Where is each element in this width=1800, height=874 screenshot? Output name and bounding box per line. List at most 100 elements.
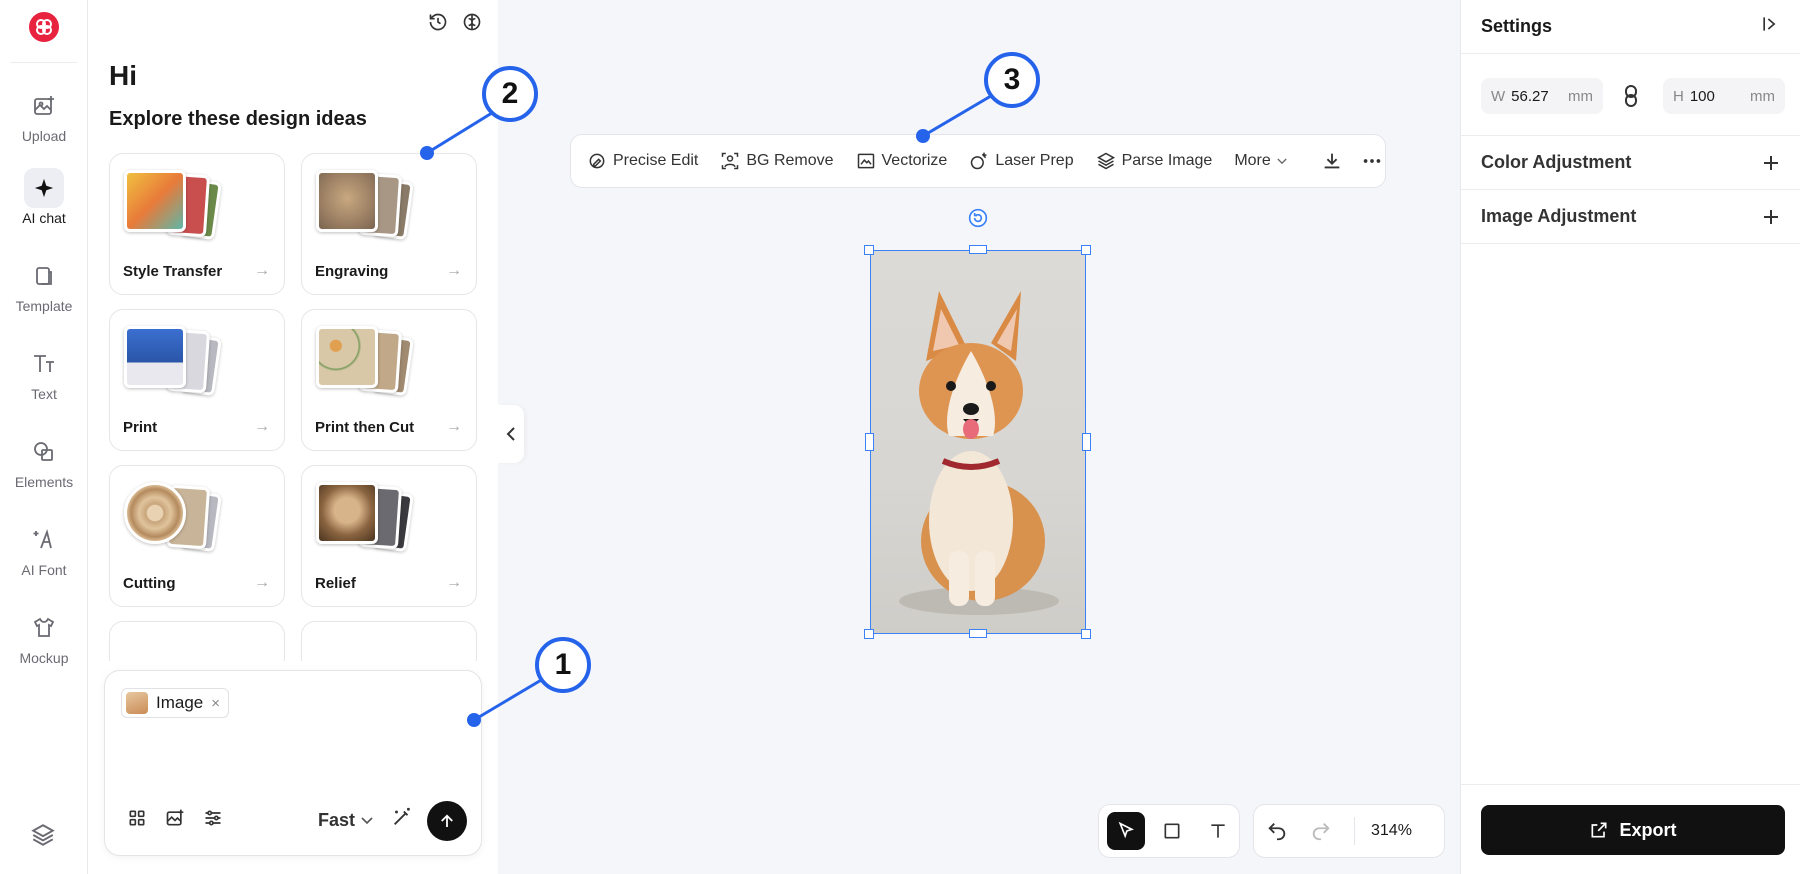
collapse-right-icon[interactable] bbox=[1760, 14, 1780, 39]
send-button[interactable] bbox=[427, 801, 467, 841]
export-button[interactable]: Export bbox=[1481, 805, 1785, 855]
history-icon[interactable] bbox=[428, 12, 448, 37]
width-field[interactable]: W 56.27 mm bbox=[1481, 78, 1603, 114]
brain-icon[interactable] bbox=[462, 12, 482, 37]
card-engraving[interactable]: Engraving → bbox=[301, 153, 477, 295]
image-adjustment-section[interactable]: Image Adjustment bbox=[1461, 190, 1800, 244]
card-print[interactable]: Print → bbox=[109, 309, 285, 451]
tshirt-icon bbox=[24, 608, 64, 648]
rotate-handle-icon[interactable] bbox=[968, 208, 988, 233]
color-adjustment-section[interactable]: Color Adjustment bbox=[1461, 136, 1800, 190]
resize-handle-top-left[interactable] bbox=[864, 245, 874, 255]
parse-image-button[interactable]: Parse Image bbox=[1096, 151, 1212, 171]
callout-dot bbox=[467, 713, 481, 727]
more-dropdown[interactable]: More bbox=[1234, 152, 1287, 170]
download-icon[interactable] bbox=[1321, 150, 1343, 172]
card-cutting[interactable]: Cutting → bbox=[109, 465, 285, 607]
dimensions-row: W 56.27 mm H 100 mm bbox=[1461, 54, 1800, 136]
select-tool-button[interactable] bbox=[1107, 812, 1145, 850]
mode-label: Fast bbox=[317, 810, 355, 830]
rail-item-upload[interactable]: Upload bbox=[0, 86, 88, 156]
sliders-icon[interactable] bbox=[203, 808, 223, 833]
add-image-icon[interactable] bbox=[165, 808, 185, 833]
more-horizontal-icon[interactable] bbox=[1361, 150, 1383, 172]
export-footer: Export bbox=[1461, 784, 1800, 874]
rail-item-label: Template bbox=[15, 298, 73, 314]
rail-item-ai-font[interactable]: AI Font bbox=[0, 520, 88, 590]
arrow-right-icon: → bbox=[254, 574, 270, 591]
resize-handle-top-right[interactable] bbox=[1081, 245, 1091, 255]
toolbar-label: Precise Edit bbox=[613, 152, 699, 169]
resize-handle-top[interactable] bbox=[969, 245, 987, 254]
design-ideas-heading: Explore these design ideas bbox=[109, 108, 367, 130]
section-label: Image Adjustment bbox=[1481, 206, 1637, 226]
rail-item-mockup[interactable]: Mockup bbox=[0, 608, 88, 678]
resize-handle-bottom-right[interactable] bbox=[1081, 629, 1091, 639]
canvas-image-corgi[interactable] bbox=[870, 250, 1086, 634]
rectangle-tool-button[interactable] bbox=[1153, 812, 1191, 850]
toolbar-label: More bbox=[1234, 152, 1271, 169]
image-upload-icon bbox=[24, 86, 64, 126]
rail-item-label: Elements bbox=[14, 474, 74, 490]
mode-select[interactable]: Fast bbox=[318, 810, 373, 831]
card-relief[interactable]: Relief → bbox=[301, 465, 477, 607]
sparkle-icon bbox=[24, 168, 64, 208]
rail-item-ai-chat[interactable]: AI chat bbox=[0, 168, 88, 238]
bg-remove-button[interactable]: BG Remove bbox=[720, 151, 834, 171]
print-thumbnail bbox=[124, 326, 224, 398]
close-icon[interactable]: × bbox=[211, 695, 220, 712]
rail-item-label: Upload bbox=[21, 128, 67, 144]
grid-icon[interactable] bbox=[127, 808, 147, 833]
corgi-photo bbox=[899, 291, 1059, 615]
resize-handle-bottom-left[interactable] bbox=[864, 629, 874, 639]
vectorize-button[interactable]: Vectorize bbox=[856, 151, 948, 171]
collapse-panel-button[interactable] bbox=[498, 405, 524, 463]
card-style-transfer[interactable]: Style Transfer → bbox=[109, 153, 285, 295]
plus-icon bbox=[1764, 155, 1778, 170]
card-partial[interactable] bbox=[109, 621, 285, 661]
layers-stack-icon bbox=[1096, 152, 1115, 170]
history-zoom-controls: 314% bbox=[1253, 804, 1445, 858]
resize-handle-bottom[interactable] bbox=[969, 629, 987, 638]
rail-item-elements[interactable]: Elements bbox=[0, 432, 88, 502]
image-thumbnail bbox=[126, 692, 148, 714]
card-print-then-cut[interactable]: Print then Cut → bbox=[301, 309, 477, 451]
style-transfer-thumbnail bbox=[124, 170, 224, 242]
zoom-level[interactable]: 314% bbox=[1354, 817, 1412, 845]
settings-title: Settings bbox=[1481, 16, 1553, 36]
toolbar-label: Vectorize bbox=[881, 152, 948, 169]
width-unit: mm bbox=[1568, 87, 1593, 105]
magic-wand-icon[interactable] bbox=[391, 806, 413, 833]
redo-icon[interactable] bbox=[1310, 820, 1332, 842]
greeting-heading: Hi bbox=[109, 60, 137, 91]
engraving-thumbnail bbox=[316, 170, 416, 242]
rail-item-text[interactable]: Text bbox=[0, 344, 88, 414]
card-label: Cutting bbox=[123, 575, 176, 592]
image-toolbar: Precise Edit BG Remove Vectorize Laser P… bbox=[570, 134, 1386, 188]
chevron-down-icon bbox=[361, 816, 373, 824]
resize-handle-right[interactable] bbox=[1082, 433, 1091, 451]
precise-edit-button[interactable]: Precise Edit bbox=[587, 151, 698, 171]
settings-panel: Settings W 56.27 mm H 100 mm Color Adjus… bbox=[1460, 0, 1800, 874]
layers-icon[interactable] bbox=[30, 822, 56, 853]
text-tool-button[interactable] bbox=[1199, 812, 1237, 850]
chat-composer[interactable]: Image × Fast bbox=[104, 670, 482, 856]
height-field[interactable]: H 100 mm bbox=[1663, 78, 1785, 114]
laser-prep-button[interactable]: Laser Prep bbox=[969, 151, 1074, 171]
undo-icon[interactable] bbox=[1266, 820, 1288, 842]
app-window: Upload AI chat Template Text Elements AI… bbox=[0, 0, 1800, 874]
print-then-cut-thumbnail bbox=[316, 326, 416, 398]
resize-handle-left[interactable] bbox=[865, 433, 874, 451]
card-partial[interactable] bbox=[301, 621, 477, 661]
left-rail: Upload AI chat Template Text Elements AI… bbox=[0, 0, 88, 874]
rail-item-template[interactable]: Template bbox=[0, 256, 88, 326]
rail-item-label: Text bbox=[31, 386, 57, 402]
relief-thumbnail bbox=[316, 482, 416, 554]
section-label: Color Adjustment bbox=[1481, 152, 1632, 172]
arrow-right-icon: → bbox=[446, 418, 462, 435]
brand-logo-icon[interactable] bbox=[29, 12, 59, 42]
bg-remove-icon bbox=[722, 152, 739, 170]
link-icon[interactable] bbox=[1621, 84, 1641, 113]
text-icon bbox=[24, 344, 64, 384]
height-unit: mm bbox=[1750, 87, 1775, 105]
